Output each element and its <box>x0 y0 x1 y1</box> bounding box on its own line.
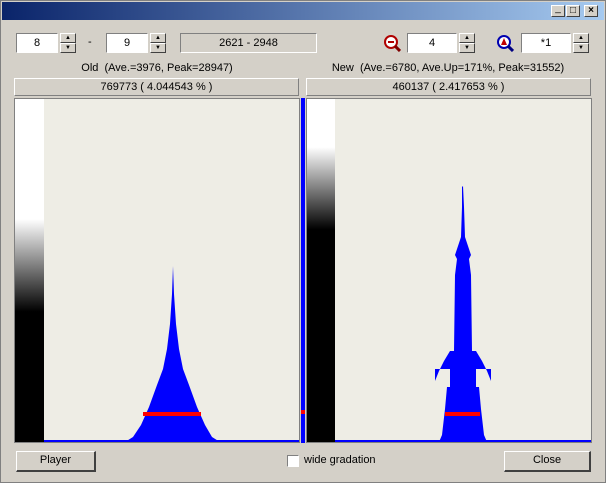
gradation-strip <box>15 99 44 442</box>
wide-gradation-checkbox[interactable] <box>287 455 299 467</box>
spin-down-icon[interactable]: ▼ <box>459 43 475 53</box>
new-panel-title: New (Ave.=6780, Ave.Up=171%, Peak=31552) <box>331 62 565 74</box>
spin-down-icon[interactable]: ▼ <box>573 43 589 53</box>
player-button-label: Player <box>39 454 72 466</box>
player-button[interactable]: Player <box>16 451 96 472</box>
histogram-area <box>435 186 491 442</box>
old-panel-summary: 769773 ( 4.044543 % ) <box>14 78 299 96</box>
average-line <box>445 412 480 416</box>
minimize-icon: _ <box>555 3 561 14</box>
old-histogram-panel <box>14 98 300 443</box>
new-histogram-panel <box>306 98 592 443</box>
range-end-spinner[interactable]: ▲ ▼ <box>150 33 166 53</box>
magnifier-minus-icon[interactable] <box>383 34 401 52</box>
close-window-button[interactable]: × <box>584 5 598 17</box>
baseline <box>335 440 591 442</box>
spin-up-icon[interactable]: ▲ <box>573 33 589 43</box>
spin-up-icon[interactable]: ▲ <box>60 33 76 43</box>
maximize-button[interactable]: □ <box>566 5 580 17</box>
spin-up-icon[interactable]: ▲ <box>150 33 166 43</box>
panel-divider[interactable] <box>301 98 305 443</box>
close-icon: × <box>588 5 594 16</box>
title-bar: _ □ × <box>2 2 604 20</box>
multiplier-field[interactable]: *1 <box>521 33 571 53</box>
close-button-label: Close <box>532 454 562 466</box>
maximize-icon: □ <box>569 5 577 16</box>
zoom-spinner[interactable]: ▲ ▼ <box>459 33 475 53</box>
range-end-field[interactable]: 9 <box>106 33 148 53</box>
wide-gradation-label: wide gradation <box>304 454 376 466</box>
old-panel-title: Old (Ave.=3976, Peak=28947) <box>81 62 233 74</box>
divider-average-marker <box>301 410 305 414</box>
average-line <box>143 412 201 416</box>
old-histogram-chart <box>15 99 299 442</box>
new-panel-summary: 460137 ( 2.417653 % ) <box>306 78 591 96</box>
range-start-spinner[interactable]: ▲ ▼ <box>60 33 76 53</box>
multiplier-spinner[interactable]: ▲ ▼ <box>573 33 589 53</box>
minimize-button[interactable]: _ <box>551 3 565 17</box>
zoom-field[interactable]: 4 <box>407 33 457 53</box>
spin-down-icon[interactable]: ▼ <box>60 43 76 53</box>
new-histogram-chart <box>307 99 591 442</box>
baseline <box>44 440 299 442</box>
range-values-display: 2621 - 2948 <box>180 33 317 53</box>
range-start-field[interactable]: 8 <box>16 33 58 53</box>
range-separator: - <box>88 36 92 48</box>
spin-up-icon[interactable]: ▲ <box>459 33 475 43</box>
close-button[interactable]: Close <box>504 451 591 472</box>
gradation-strip <box>307 99 335 442</box>
spin-down-icon[interactable]: ▼ <box>150 43 166 53</box>
magnifier-target-icon[interactable] <box>496 34 514 52</box>
